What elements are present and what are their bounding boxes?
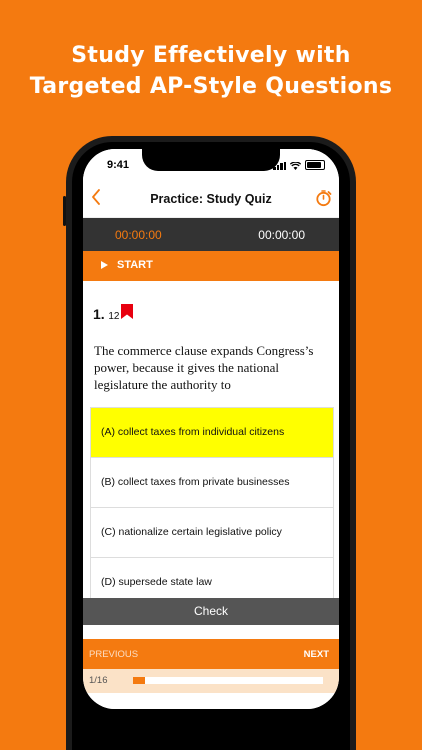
start-button[interactable]: START xyxy=(83,251,339,281)
wifi-icon xyxy=(290,162,301,170)
play-icon xyxy=(101,261,108,269)
choice-c[interactable]: (C) nationalize certain legislative poli… xyxy=(91,508,333,558)
timer-bar: 00:00:00 00:00:00 xyxy=(83,218,339,251)
navigation-bar: Practice: Study Quiz xyxy=(83,181,339,218)
marketing-headline: Study Effectively with Targeted AP-Style… xyxy=(0,40,422,102)
start-label: START xyxy=(117,259,153,271)
question-index: 1. xyxy=(93,306,105,322)
phone-frame-bottom xyxy=(66,709,356,750)
timer-button[interactable] xyxy=(315,189,333,212)
phone-notch xyxy=(142,149,280,171)
choice-a[interactable]: (A) collect taxes from individual citize… xyxy=(91,408,333,458)
next-button[interactable]: NEXT xyxy=(304,649,329,660)
progress-fill xyxy=(133,677,145,684)
status-time: 9:41 xyxy=(107,159,130,171)
question-number: 1. 12 xyxy=(93,306,119,322)
total-timer: 00:00:00 xyxy=(258,228,305,242)
progress-bar: 1/16 xyxy=(83,669,339,693)
question-id: 12 xyxy=(108,311,120,322)
app-screen: 9:41 Practice: Study Quiz 00:00:00 00:00… xyxy=(83,149,339,709)
choice-b[interactable]: (B) collect taxes from private businesse… xyxy=(91,458,333,508)
bookmark-icon[interactable] xyxy=(121,304,133,319)
headline-line-1: Study Effectively with xyxy=(71,43,351,68)
previous-button[interactable]: PREVIOUS xyxy=(89,649,138,660)
answer-choices: (A) collect taxes from individual citize… xyxy=(90,407,334,608)
question-timer: 00:00:00 xyxy=(115,228,162,242)
pager-bar: PREVIOUS NEXT xyxy=(83,639,339,669)
page-title: Practice: Study Quiz xyxy=(150,192,272,206)
progress-label: 1/16 xyxy=(89,675,108,686)
check-button[interactable]: Check xyxy=(83,598,339,625)
question-text: The commerce clause expands Congress’s p… xyxy=(94,343,314,392)
progress-track xyxy=(133,677,323,684)
stopwatch-icon xyxy=(316,190,332,207)
headline-line-2: Targeted AP-Style Questions xyxy=(29,74,393,99)
battery-icon xyxy=(305,160,325,170)
